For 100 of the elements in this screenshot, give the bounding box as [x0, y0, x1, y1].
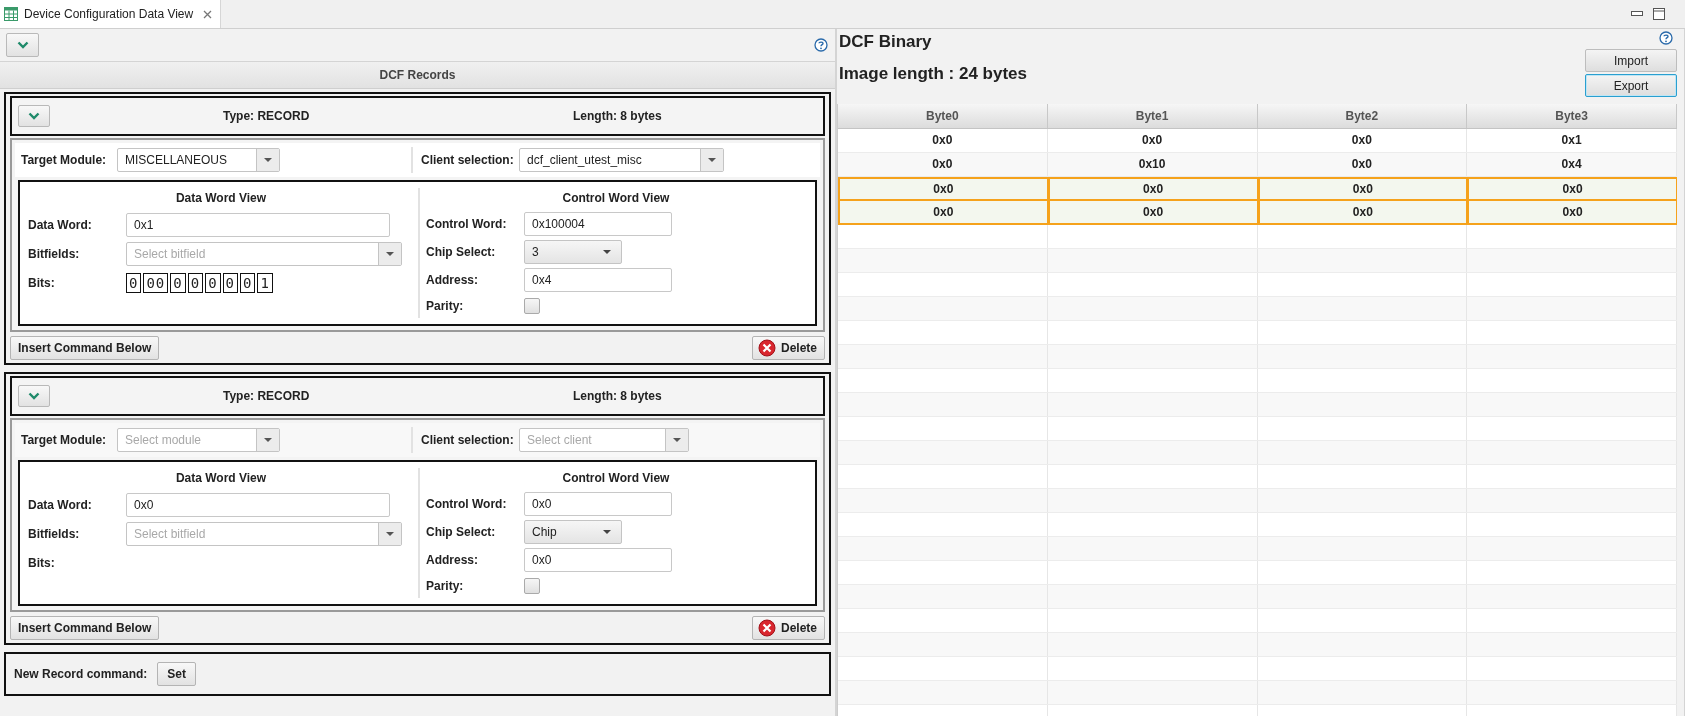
caret-icon: [264, 438, 272, 442]
column-header[interactable]: Byte0: [838, 104, 1048, 128]
field-label: Address:: [426, 273, 479, 287]
column-header[interactable]: Byte1: [1047, 104, 1258, 128]
view-title: Control Word View: [561, 190, 671, 207]
minimize-icon[interactable]: [1631, 11, 1643, 17]
table-cell: 0x0: [1257, 177, 1469, 201]
caret-icon: [603, 250, 611, 254]
field-label: Parity:: [426, 579, 465, 593]
section-header: DCF Records: [0, 62, 835, 89]
bit-cell[interactable]: 1: [257, 272, 273, 293]
field-label: Client selection:: [421, 433, 515, 447]
bit-cell[interactable]: 0: [240, 272, 256, 293]
caret-icon: [386, 251, 394, 256]
bit-cell[interactable]: 0: [222, 272, 239, 293]
bit-cell[interactable]: 0: [170, 272, 186, 293]
insert-command-button[interactable]: Insert Command Below: [10, 336, 160, 360]
record-length: Length: 8 bytes: [573, 389, 662, 403]
chevron-down-icon: [28, 112, 40, 120]
bit-cell[interactable]: 0: [205, 272, 221, 293]
help-icon[interactable]: [1659, 31, 1673, 45]
field-label: Parity:: [426, 299, 465, 313]
record-type: Type: RECORD: [223, 109, 311, 123]
table-cell: 0x4: [1467, 153, 1677, 176]
chip-select-dropdown[interactable]: Chip: [524, 520, 622, 544]
caret-icon: [264, 158, 272, 162]
field-label: Target Module:: [20, 433, 108, 447]
bit-cell[interactable]: 0: [187, 272, 204, 293]
data-word-field[interactable]: 0x0: [126, 492, 390, 517]
delete-button[interactable]: Delete: [751, 616, 825, 640]
caret-icon: [603, 530, 611, 534]
field-label: Control Word:: [426, 217, 508, 231]
field-label: New Record command:: [14, 667, 148, 681]
field-label: Bits:: [28, 555, 56, 570]
field-label: Data Word:: [28, 217, 93, 232]
caret-icon: [708, 158, 716, 162]
table-row[interactable]: 0x0 0x0 0x0 0x0: [838, 177, 1677, 201]
column-header[interactable]: Byte2: [1257, 104, 1468, 128]
image-length-label: Image length : 24 bytes: [839, 64, 1027, 84]
control-word-field[interactable]: 0x100004: [524, 212, 672, 236]
chip-select-dropdown[interactable]: 3: [524, 240, 622, 264]
file-button[interactable]: Export: [1585, 74, 1677, 97]
address-field[interactable]: 0x0: [524, 548, 672, 572]
parity-checkbox[interactable]: [524, 578, 540, 594]
field-label: Client selection:: [421, 153, 515, 167]
field-label: Target Module:: [20, 153, 108, 167]
field-label: Control Word:: [426, 497, 508, 511]
expand-button[interactable]: [6, 33, 39, 57]
table-cell: 0x0: [838, 129, 1048, 152]
delete-button[interactable]: Delete: [751, 336, 825, 360]
data-word-field[interactable]: 0x1: [126, 212, 390, 237]
table-cell: 0x0: [1467, 177, 1677, 201]
table-cell: 0x0: [1257, 129, 1468, 152]
bit-cell[interactable]: 00: [143, 272, 169, 293]
parity-checkbox[interactable]: [524, 298, 540, 314]
field-label: Data Word:: [28, 497, 93, 512]
chevron-down-icon: [16, 41, 29, 49]
editor-tab[interactable]: Device Configuration Data View: [0, 0, 222, 28]
record-type: Type: RECORD: [223, 389, 311, 403]
address-field[interactable]: 0x4: [524, 268, 672, 292]
chevron-down-icon: [28, 392, 40, 400]
maximize-icon[interactable]: [1653, 8, 1665, 20]
field-label: Chip Select:: [426, 525, 497, 539]
module-dropdown[interactable]: MISCELLANEOUS: [117, 148, 280, 172]
table-cell: 0x0: [1047, 177, 1259, 201]
table-row[interactable]: 0x0 0x0 0x0 0x0: [838, 201, 1677, 225]
table-cell: 0x0: [1257, 153, 1468, 176]
field-label: Bitfields:: [28, 526, 81, 541]
collapse-button[interactable]: [18, 385, 50, 407]
view-title: Data Word View: [174, 190, 268, 207]
table-cell: 0x10: [1047, 153, 1258, 176]
collapse-button[interactable]: [18, 105, 50, 127]
table-row[interactable]: 0x0 0x0 0x0 0x1: [838, 129, 1677, 153]
bit-cell[interactable]: 0: [126, 272, 142, 293]
field-label: Chip Select:: [426, 245, 497, 259]
view-title: Control Word View: [561, 470, 671, 487]
caret-icon: [386, 531, 394, 536]
table-cell: 0x0: [1047, 129, 1258, 152]
field-label: Address:: [426, 553, 479, 567]
delete-icon: [757, 339, 776, 357]
column-header[interactable]: Byte3: [1467, 104, 1677, 128]
help-icon[interactable]: [814, 38, 828, 52]
insert-command-button[interactable]: Insert Command Below: [10, 616, 160, 640]
record-length: Length: 8 bytes: [573, 109, 662, 123]
table-cell: 0x0: [838, 153, 1048, 176]
field-label: Bits:: [28, 275, 56, 290]
table-cell: 0x0: [838, 177, 1049, 201]
control-word-field[interactable]: 0x0: [524, 492, 672, 516]
field-label: Bitfields:: [28, 246, 81, 261]
table-row[interactable]: 0x0 0x10 0x0 0x4: [838, 153, 1677, 177]
caret-icon: [673, 438, 681, 442]
close-icon[interactable]: [203, 9, 213, 19]
panel-title: DCF Binary: [839, 32, 933, 52]
view-title: Data Word View: [174, 470, 268, 487]
delete-icon: [757, 619, 776, 637]
table-cell: 0x1: [1467, 129, 1677, 152]
client-dropdown[interactable]: dcf_client_utest_misc: [519, 148, 724, 172]
file-button[interactable]: Import: [1585, 49, 1677, 72]
set-button[interactable]: Set: [157, 662, 197, 686]
table-icon: [4, 7, 18, 21]
